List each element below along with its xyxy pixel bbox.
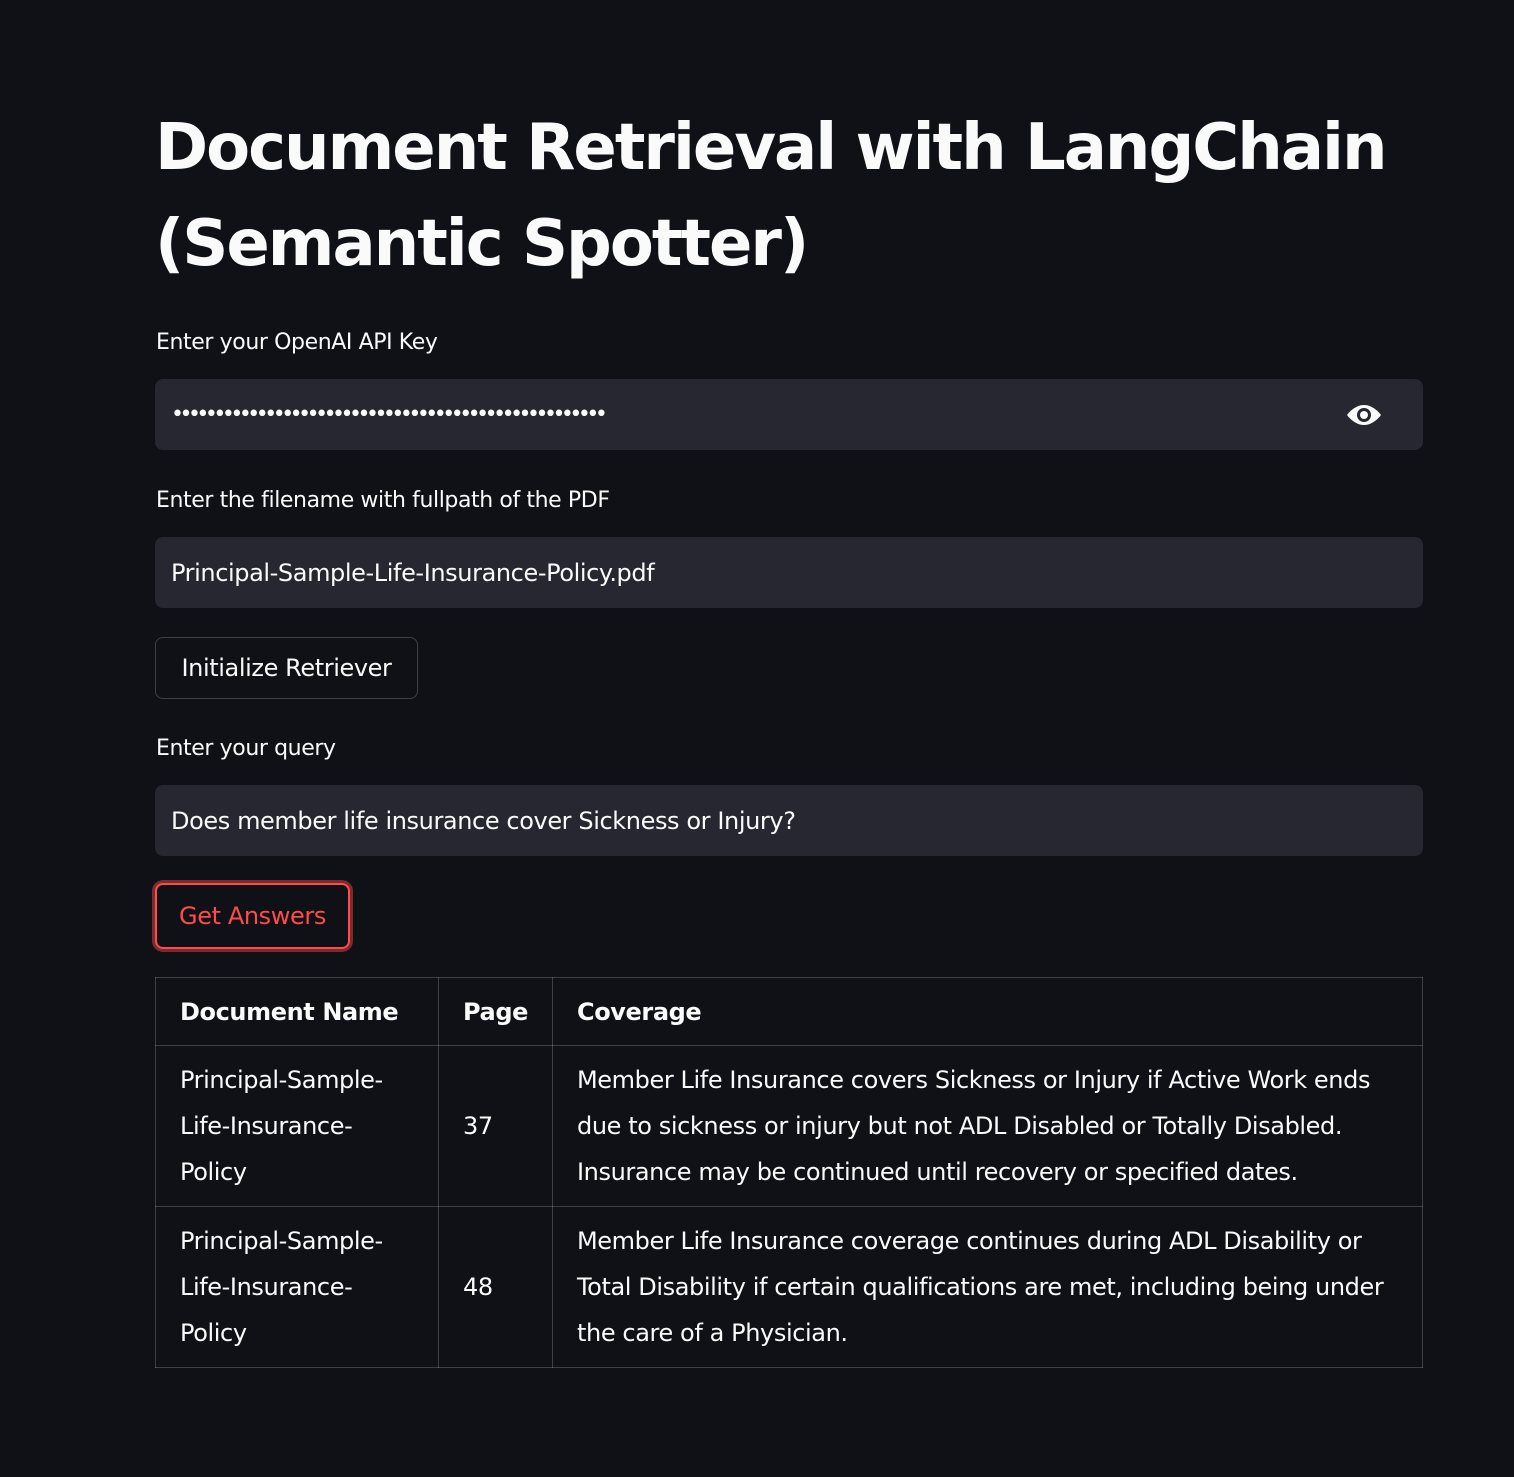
api-key-input[interactable]: ••••••••••••••••••••••••••••••••••••••••… bbox=[171, 379, 671, 450]
cell-coverage: Member Life Insurance coverage continues… bbox=[552, 1206, 1423, 1368]
api-key-label: Enter your OpenAI API Key bbox=[156, 330, 438, 355]
table-row: Principal-Sample-Life-Insurance-Policy 4… bbox=[155, 1206, 1423, 1368]
header-coverage: Coverage bbox=[552, 977, 1423, 1046]
table-row: Principal-Sample-Life-Insurance-Policy 3… bbox=[155, 1045, 1423, 1207]
query-field[interactable] bbox=[155, 785, 1423, 856]
get-answers-button[interactable]: Get Answers bbox=[155, 883, 350, 949]
query-label: Enter your query bbox=[156, 736, 336, 761]
header-document-name: Document Name bbox=[155, 977, 439, 1046]
header-page: Page bbox=[438, 977, 553, 1046]
cell-coverage: Member Life Insurance covers Sickness or… bbox=[552, 1045, 1423, 1207]
results-table: Document Name Page Coverage Principal-Sa… bbox=[155, 977, 1423, 1368]
cell-document-name: Principal-Sample-Life-Insurance-Policy bbox=[155, 1206, 439, 1368]
initialize-retriever-button[interactable]: Initialize Retriever bbox=[155, 637, 418, 699]
page-title: Document Retrieval with LangChain (Seman… bbox=[155, 111, 1388, 281]
cell-page: 37 bbox=[438, 1045, 553, 1207]
pdf-path-label: Enter the filename with fullpath of the … bbox=[156, 488, 610, 513]
eye-icon[interactable] bbox=[1344, 400, 1384, 430]
cell-document-name: Principal-Sample-Life-Insurance-Policy bbox=[155, 1045, 439, 1207]
query-input[interactable] bbox=[171, 785, 1321, 856]
pdf-path-field[interactable] bbox=[155, 537, 1423, 608]
api-key-field[interactable]: ••••••••••••••••••••••••••••••••••••••••… bbox=[155, 379, 1423, 450]
cell-page: 48 bbox=[438, 1206, 553, 1368]
table-header-row: Document Name Page Coverage bbox=[155, 977, 1423, 1046]
pdf-path-input[interactable] bbox=[171, 537, 1321, 608]
